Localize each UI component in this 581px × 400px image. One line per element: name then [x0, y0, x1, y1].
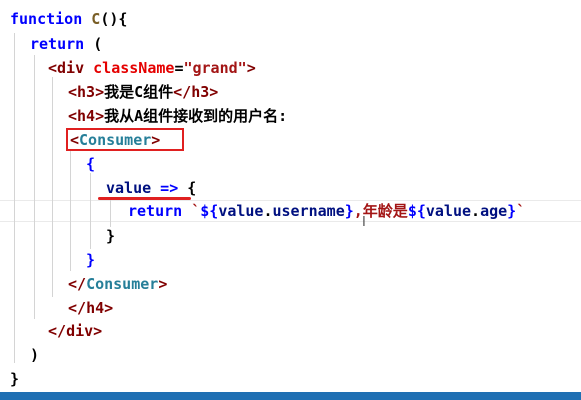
brace: }: [10, 370, 20, 388]
template-object: value: [218, 202, 264, 220]
tag-bracket: </: [48, 322, 67, 340]
code-line-5: <h4>我从A组件接收到的用户名:: [68, 105, 287, 127]
tag-name: h3: [77, 83, 96, 101]
tag-bracket: </: [68, 299, 87, 317]
brace: }: [106, 227, 116, 245]
component-name: Consumer: [86, 275, 159, 293]
jsx-text: 我从A组件接收到的用户名:: [104, 107, 288, 125]
keyword-function: function: [10, 10, 83, 28]
indent-guide: [70, 151, 71, 271]
template-open: ${: [200, 202, 219, 220]
brace: {: [86, 155, 96, 173]
code-editor[interactable]: function C(){ return ( <div className="g…: [0, 0, 581, 392]
tag-bracket: <: [68, 107, 78, 125]
indent-guide: [110, 199, 111, 227]
punctuation: (: [84, 35, 103, 53]
consumer-highlight-box: [66, 128, 184, 151]
parameter-value: value: [106, 179, 152, 197]
tag-name: div: [66, 322, 94, 340]
tag-name: h4: [77, 107, 96, 125]
tag-bracket: >: [209, 83, 219, 101]
code-line-11: }: [86, 249, 95, 271]
indent-guide: [14, 33, 15, 363]
indent-guide: [34, 55, 35, 319]
template-property: age: [480, 202, 508, 220]
tag-bracket: >: [95, 83, 105, 101]
code-line-12: </Consumer>: [68, 273, 167, 295]
dot: .: [263, 202, 273, 220]
code-line-10: }: [106, 225, 115, 247]
dot: .: [471, 202, 481, 220]
code-line-8: value => {: [106, 177, 196, 199]
template-backtick: `: [191, 202, 201, 220]
tag-name: div: [57, 59, 85, 77]
template-close: }: [507, 202, 517, 220]
status-bar: [0, 392, 581, 400]
tag-name: h4: [86, 299, 105, 317]
code-line-9: return `${value.username},年龄是${value.age…: [128, 200, 525, 222]
indent-guide: [90, 173, 91, 249]
code-line-4: <h3>我是C组件</h3>: [68, 81, 218, 103]
arrow-operator: =>: [151, 179, 179, 197]
template-backtick: `: [516, 202, 526, 220]
code-line-16: }: [10, 368, 19, 390]
punctuation: (){: [100, 10, 128, 28]
indent-guide: [52, 77, 53, 297]
code-line-7: {: [86, 153, 95, 175]
tag-bracket: >: [246, 59, 256, 77]
code-line-13: </h4>: [68, 297, 113, 319]
tag-bracket: <: [68, 83, 78, 101]
attribute-name: className: [93, 59, 175, 77]
attribute-value: "grand": [183, 59, 247, 77]
text-cursor-icon: I: [362, 215, 366, 230]
tag-bracket: >: [93, 322, 103, 340]
brace: }: [86, 251, 96, 269]
code-line-14: </div>: [48, 320, 102, 342]
keyword-return: return: [30, 35, 85, 53]
keyword-return: return: [128, 202, 183, 220]
tag-bracket: >: [104, 299, 114, 317]
tag-bracket: <: [48, 59, 58, 77]
code-line-2: return (: [30, 33, 102, 55]
code-line-1: function C(){: [10, 8, 127, 30]
tag-bracket: </: [173, 83, 192, 101]
tag-bracket: >: [158, 275, 168, 293]
brace: {: [178, 179, 197, 197]
tag-name: h3: [191, 83, 210, 101]
code-line-15: ): [30, 344, 39, 366]
template-close: }: [344, 202, 354, 220]
jsx-text: 我是C组件: [104, 83, 174, 101]
template-object: value: [425, 202, 472, 220]
tag-bracket: >: [95, 107, 105, 125]
function-name: C: [82, 10, 101, 28]
paren: ): [30, 346, 40, 364]
template-open: ${: [407, 202, 426, 220]
tag-bracket: </: [68, 275, 87, 293]
code-line-3: <div className="grand">: [48, 57, 256, 79]
value-underline-mark: [98, 197, 191, 200]
template-property: username: [272, 202, 345, 220]
